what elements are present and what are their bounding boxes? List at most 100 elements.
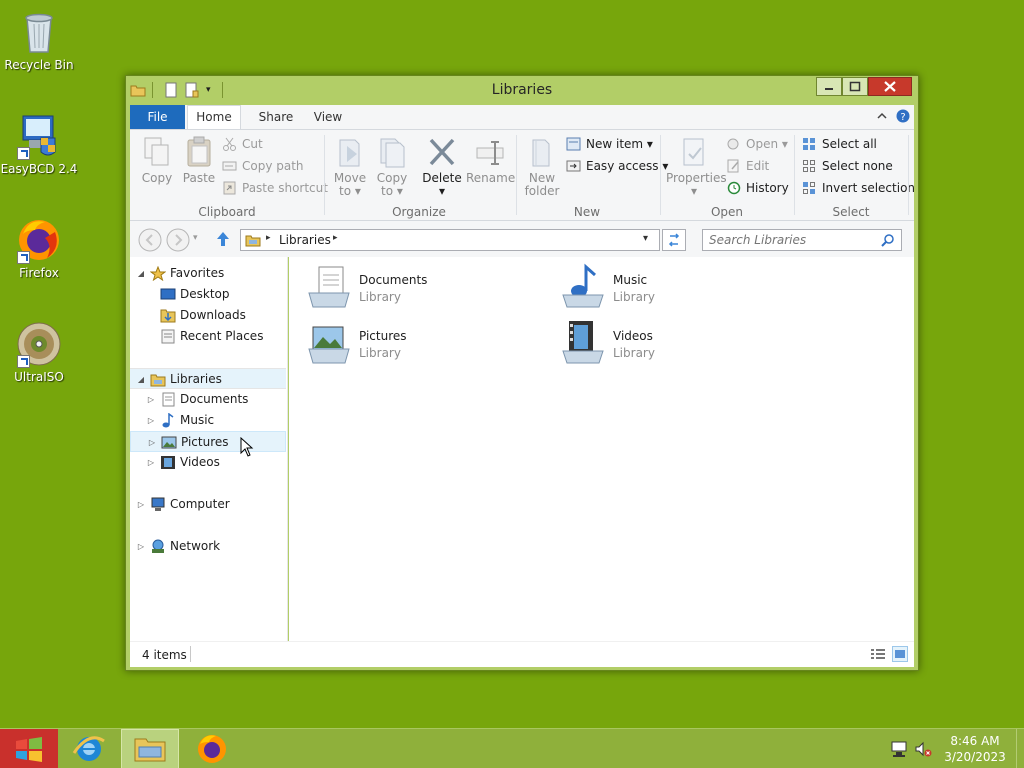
desktop-icon-label: UltraISO xyxy=(14,370,64,384)
library-item-pictures[interactable]: Pictures Library xyxy=(305,319,535,371)
desktop-icon-ultraiso[interactable]: UltraISO xyxy=(0,320,78,384)
select-all-button[interactable]: Select all xyxy=(802,135,877,153)
expand-arrow-icon[interactable]: ▷ xyxy=(146,389,156,410)
nav-videos[interactable]: ▷ Videos xyxy=(130,452,286,473)
file-list: Documents Library Music Library Pictures… xyxy=(289,257,914,641)
library-item-music[interactable]: Music Library xyxy=(559,263,789,315)
clock[interactable]: 8:46 AM 3/20/2023 xyxy=(940,733,1010,765)
properties-dropdown-arrow[interactable]: ▾ xyxy=(666,185,722,198)
tab-view[interactable]: View xyxy=(306,105,350,129)
copy-button[interactable]: Copy xyxy=(137,136,177,185)
recent-locations-arrow-icon[interactable]: ▾ xyxy=(193,233,203,245)
nav-computer[interactable]: ▷ Computer xyxy=(130,494,286,515)
expand-arrow-icon[interactable]: ▷ xyxy=(146,452,156,473)
window-title: Libraries xyxy=(491,82,553,98)
nav-music[interactable]: ▷ Music xyxy=(130,410,286,431)
nav-downloads[interactable]: Downloads xyxy=(130,305,286,326)
rename-button[interactable]: Rename xyxy=(466,136,515,185)
search-box[interactable] xyxy=(702,229,902,251)
new-folder-button[interactable]: New folder xyxy=(522,136,562,198)
expand-arrow-icon[interactable]: ▷ xyxy=(136,536,146,557)
nav-favorites-label: Favorites xyxy=(170,266,225,280)
start-button[interactable] xyxy=(0,729,58,768)
minimize-button[interactable] xyxy=(816,77,842,96)
delete-button[interactable]: Delete ▾ xyxy=(422,136,462,198)
move-to-button[interactable]: Move to ▾ xyxy=(330,136,370,198)
ribbon-separator xyxy=(794,135,795,215)
minimize-ribbon-icon[interactable] xyxy=(876,110,888,122)
library-item-videos[interactable]: Videos Library xyxy=(559,319,789,371)
edit-button[interactable]: Edit xyxy=(726,157,769,175)
nav-favorites[interactable]: ◢ Favorites xyxy=(130,263,286,284)
refresh-button[interactable] xyxy=(662,229,686,251)
desktop-icon-firefox[interactable]: Firefox xyxy=(0,216,78,280)
mouse-cursor-icon xyxy=(240,436,254,457)
copy-path-button[interactable]: Copy path xyxy=(222,157,304,175)
desktop-icon-recycle-bin[interactable]: Recycle Bin xyxy=(0,8,78,72)
firefox-icon xyxy=(15,216,63,264)
help-icon[interactable]: ? xyxy=(896,109,910,123)
ribbon-separator xyxy=(324,135,325,215)
collapse-arrow-icon[interactable]: ◢ xyxy=(136,369,146,390)
title-bar[interactable]: ▾ Libraries xyxy=(126,76,918,104)
tab-home[interactable]: Home xyxy=(187,105,241,129)
copy-to-button[interactable]: Copy to ▾ xyxy=(372,136,412,198)
search-icon[interactable] xyxy=(881,233,895,247)
network-tray-icon[interactable] xyxy=(890,740,908,758)
volume-muted-icon[interactable] xyxy=(914,740,932,758)
ultraiso-icon xyxy=(15,320,63,368)
taskbar-firefox[interactable] xyxy=(183,729,241,768)
nav-documents[interactable]: ▷ Documents xyxy=(130,389,286,410)
properties-button[interactable]: Properties ▾ xyxy=(666,136,727,198)
address-dropdown-icon[interactable]: ▾ xyxy=(643,233,648,244)
desktop-icon-easybcd[interactable]: EasyBCD 2.4 xyxy=(0,112,78,176)
paste-shortcut-button[interactable]: Paste shortcut xyxy=(222,179,328,197)
expand-arrow-icon[interactable]: ▷ xyxy=(147,432,157,453)
cut-button[interactable]: Cut xyxy=(222,135,263,153)
forward-button[interactable] xyxy=(166,228,190,252)
large-icons-view-icon[interactable] xyxy=(892,646,908,662)
documents-icon xyxy=(160,392,176,407)
maximize-button[interactable] xyxy=(842,77,868,96)
back-button[interactable] xyxy=(138,228,162,252)
group-label-open: Open xyxy=(710,205,744,219)
group-label-new: New xyxy=(573,205,601,219)
nav-pictures[interactable]: ▷ Pictures xyxy=(130,431,286,452)
nav-desktop-label: Desktop xyxy=(180,287,230,301)
delete-x-icon xyxy=(427,136,457,168)
address-bar[interactable]: ▸ Libraries ▸ ▾ xyxy=(240,229,660,251)
ribbon-separator xyxy=(908,135,909,215)
show-desktop-button[interactable] xyxy=(1016,729,1024,768)
expand-arrow-icon[interactable]: ▷ xyxy=(136,494,146,515)
paste-button[interactable]: Paste xyxy=(179,136,219,185)
nav-libraries[interactable]: ◢ Libraries xyxy=(130,368,286,389)
nav-network[interactable]: ▷ Network xyxy=(130,536,286,557)
delete-dropdown-arrow[interactable]: ▾ xyxy=(422,185,462,198)
tab-share[interactable]: Share xyxy=(252,105,300,129)
close-button[interactable] xyxy=(868,77,912,96)
history-icon xyxy=(726,181,741,195)
up-arrow-icon[interactable] xyxy=(214,230,232,248)
easy-access-button[interactable]: Easy access ▾ xyxy=(566,157,668,175)
details-view-icon[interactable] xyxy=(870,647,886,661)
libraries-icon xyxy=(245,233,261,247)
library-item-documents[interactable]: Documents Library xyxy=(305,263,535,315)
history-button[interactable]: History xyxy=(726,179,789,197)
nav-desktop[interactable]: Desktop xyxy=(130,284,286,305)
new-folder-icon xyxy=(527,136,557,168)
new-item-button[interactable]: New item ▾ xyxy=(566,135,653,153)
select-none-button[interactable]: Select none xyxy=(802,157,893,175)
search-input[interactable] xyxy=(709,232,877,248)
invert-selection-button[interactable]: Invert selection xyxy=(802,179,915,197)
tab-file[interactable]: File xyxy=(130,105,185,129)
nav-recent-places[interactable]: Recent Places xyxy=(130,326,286,347)
open-button[interactable]: Open ▾ xyxy=(726,135,788,153)
breadcrumb-libraries[interactable]: Libraries xyxy=(279,233,331,247)
taskbar-internet-explorer[interactable] xyxy=(60,729,118,768)
taskbar-file-explorer[interactable] xyxy=(121,729,179,768)
expand-arrow-icon[interactable]: ▷ xyxy=(146,410,156,431)
collapse-arrow-icon[interactable]: ◢ xyxy=(136,263,146,284)
move-to-icon xyxy=(335,136,365,168)
breadcrumb-separator[interactable]: ▸ xyxy=(333,233,338,243)
breadcrumb-separator[interactable]: ▸ xyxy=(266,233,271,243)
